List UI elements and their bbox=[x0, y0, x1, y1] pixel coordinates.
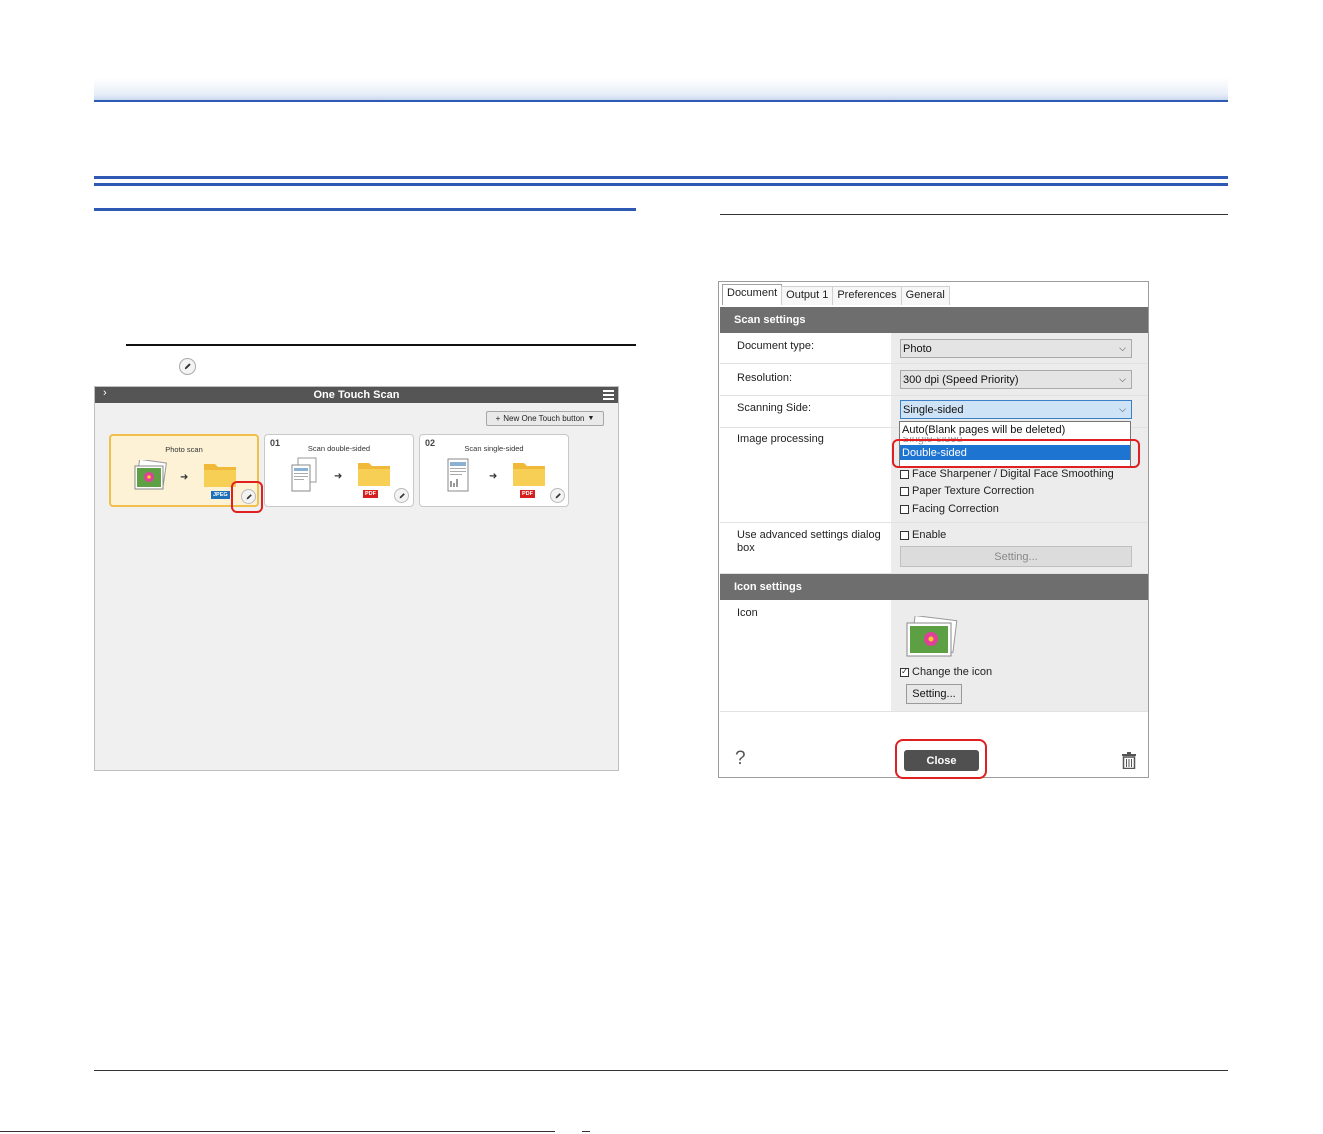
card-name: Scan single-sided bbox=[464, 444, 524, 453]
dropdown-arrow-icon: ▼ bbox=[587, 415, 595, 422]
resolution-select[interactable]: 300 dpi (Speed Priority) ⌵ bbox=[900, 370, 1132, 389]
footer-rule-bottom bbox=[0, 1131, 555, 1132]
scanning-side-select[interactable]: Single-sided ⌵ bbox=[900, 400, 1132, 419]
scan-settings-header: Scan settings bbox=[720, 307, 1148, 333]
format-badge: PDF bbox=[363, 490, 378, 498]
format-badge: PDF bbox=[520, 490, 535, 498]
checkmark-icon: ✓ bbox=[900, 667, 909, 677]
resolution-row: Resolution: 300 dpi (Speed Priority) ⌵ bbox=[720, 364, 1148, 396]
chevron-right-icon[interactable]: › bbox=[103, 387, 107, 399]
paper-texture-label: Paper Texture Correction bbox=[912, 485, 1035, 497]
card-name: Photo scan bbox=[165, 445, 203, 454]
footer-dash bbox=[582, 1131, 590, 1132]
tab-general[interactable]: General bbox=[900, 286, 950, 305]
pencil-icon bbox=[179, 358, 196, 375]
page-header-band bbox=[94, 78, 1228, 101]
option-auto[interactable]: Auto(Blank pages will be deleted) bbox=[900, 422, 1130, 437]
new-one-touch-button[interactable]: + New One Touch button ▼ bbox=[486, 411, 604, 426]
folder-icon bbox=[513, 463, 545, 486]
step-rule bbox=[126, 344, 636, 346]
page-header-rule bbox=[94, 100, 1228, 102]
enable-checkbox[interactable]: Enable bbox=[900, 529, 946, 541]
new-button-label: New One Touch button bbox=[503, 414, 585, 423]
button-settings-dialog: Document Output 1 Preferences General Sc… bbox=[718, 281, 1149, 779]
title-double-rule bbox=[94, 176, 1228, 186]
single-sided-document-icon bbox=[447, 458, 469, 492]
advanced-setting-button[interactable]: Setting... bbox=[900, 546, 1132, 567]
button-card-scan-double-sided[interactable]: 01 Scan double-sided ➜ PDF bbox=[264, 434, 414, 507]
window-title: One Touch Scan bbox=[313, 389, 400, 401]
tab-bar: Document Output 1 Preferences General bbox=[722, 284, 950, 305]
right-section-rule bbox=[720, 214, 1228, 215]
facing-correction-label: Facing Correction bbox=[912, 503, 999, 515]
help-icon[interactable]: ? bbox=[735, 748, 746, 770]
change-icon-checkbox[interactable]: ✓ Change the icon bbox=[900, 666, 992, 678]
change-icon-label: Change the icon bbox=[912, 666, 993, 678]
format-badge: JPEG bbox=[211, 491, 230, 499]
highlight-edit-button bbox=[231, 481, 263, 513]
double-sided-document-icon bbox=[291, 457, 317, 492]
edit-pencil-button[interactable] bbox=[394, 488, 409, 503]
footer-rule bbox=[94, 1070, 1228, 1071]
scanning-side-value: Single-sided bbox=[903, 403, 964, 416]
chevron-down-icon: ⌵ bbox=[1119, 404, 1126, 414]
edit-pencil-button[interactable] bbox=[550, 488, 565, 503]
advanced-settings-row: Use advanced settings dialog box Enable … bbox=[720, 523, 1148, 574]
advanced-settings-label: Use advanced settings dialog box bbox=[737, 529, 881, 554]
folder-icon bbox=[358, 463, 390, 486]
paper-texture-checkbox[interactable]: Paper Texture Correction bbox=[900, 485, 1034, 497]
highlight-double-sided bbox=[892, 439, 1140, 468]
left-section-rule bbox=[94, 208, 636, 211]
tab-document[interactable]: Document bbox=[722, 284, 783, 305]
trash-icon[interactable] bbox=[1122, 752, 1136, 769]
chevron-down-icon: ⌵ bbox=[1119, 343, 1126, 353]
arrow-icon: ➜ bbox=[489, 471, 498, 482]
document-type-row: Document type: Photo ⌵ bbox=[720, 333, 1148, 364]
enable-label: Enable bbox=[912, 529, 947, 541]
highlight-close-button bbox=[895, 739, 987, 779]
tab-output-1[interactable]: Output 1 bbox=[781, 286, 834, 305]
icon-settings-header: Icon settings bbox=[720, 574, 1148, 600]
image-processing-label: Image processing bbox=[737, 433, 824, 445]
arrow-icon: ➜ bbox=[180, 472, 189, 483]
document-type-select[interactable]: Photo ⌵ bbox=[900, 339, 1132, 358]
button-card-scan-single-sided[interactable]: 02 Scan single-sided ➜ PDF bbox=[419, 434, 569, 507]
scanning-side-label: Scanning Side: bbox=[737, 402, 811, 414]
one-touch-scan-window: › One Touch Scan + New One Touch button … bbox=[94, 386, 619, 771]
icon-setting-button[interactable]: Setting... bbox=[906, 684, 962, 704]
resolution-label: Resolution: bbox=[737, 372, 793, 384]
plus-icon: + bbox=[495, 414, 501, 423]
document-type-label: Document type: bbox=[737, 340, 815, 352]
card-name: Scan double-sided bbox=[307, 444, 371, 453]
document-type-value: Photo bbox=[903, 342, 932, 355]
tab-preferences[interactable]: Preferences bbox=[832, 286, 902, 305]
photo-icon bbox=[906, 616, 958, 657]
face-sharpener-checkbox[interactable]: Face Sharpener / Digital Face Smoothing bbox=[900, 468, 1114, 480]
icon-row: Icon ✓ Change the icon Setting... bbox=[720, 600, 1148, 712]
resolution-value: 300 dpi (Speed Priority) bbox=[903, 373, 1019, 386]
arrow-icon: ➜ bbox=[334, 471, 343, 482]
hamburger-menu-icon[interactable] bbox=[603, 390, 614, 400]
facing-correction-checkbox[interactable]: Facing Correction bbox=[900, 503, 999, 515]
photo-icon bbox=[134, 460, 167, 490]
face-sharpener-label: Face Sharpener / Digital Face Smoothing bbox=[912, 468, 1114, 480]
window-title-bar: › One Touch Scan bbox=[95, 387, 618, 403]
icon-label: Icon bbox=[737, 607, 758, 619]
chevron-down-icon: ⌵ bbox=[1119, 374, 1126, 384]
